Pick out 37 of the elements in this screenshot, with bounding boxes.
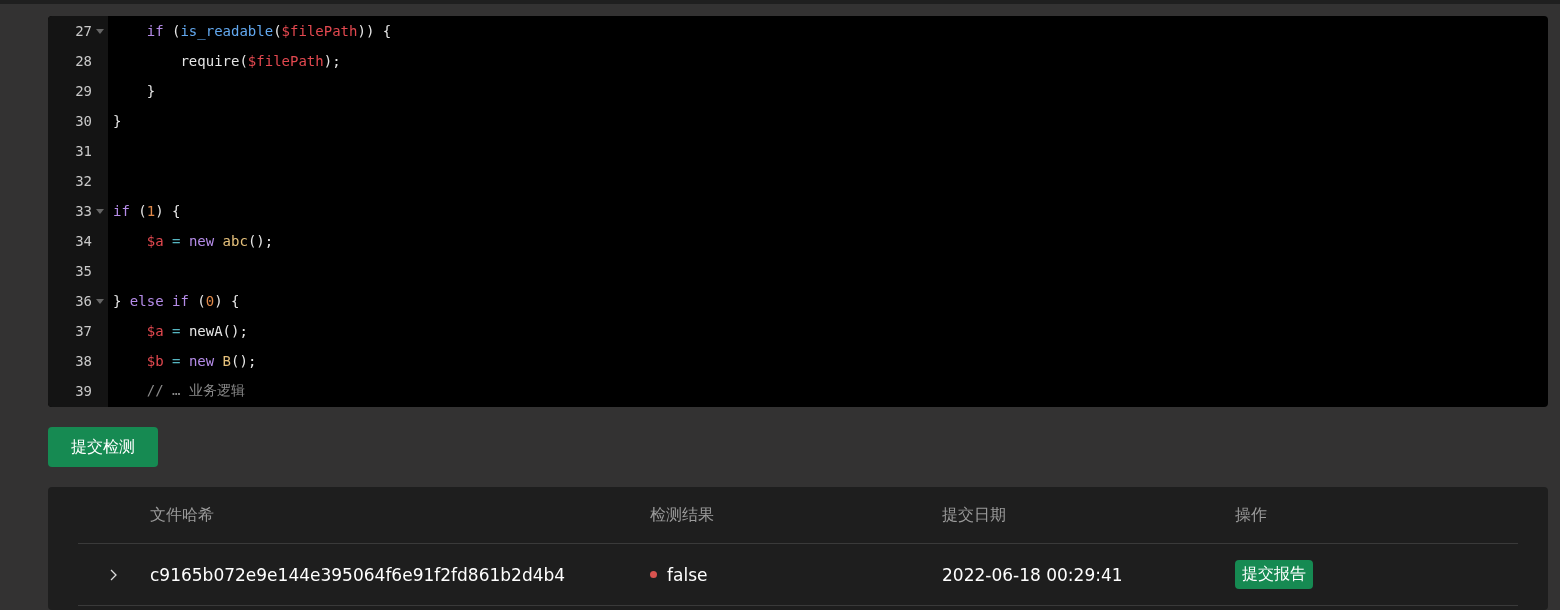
line-number: 31 (74, 143, 92, 159)
line-number: 32 (74, 173, 92, 189)
code-line: } (112, 112, 122, 131)
expand-chevron-icon[interactable] (110, 568, 118, 581)
line-number: 28 (74, 53, 92, 69)
line-number: 30 (74, 113, 92, 129)
code-line: if (1) { (112, 202, 181, 221)
line-number: 36 (74, 293, 92, 309)
check-result: false (667, 564, 708, 585)
line-number: 39 (74, 383, 92, 399)
line-number: 34 (74, 233, 92, 249)
line-number: 33 (74, 203, 92, 219)
column-header: 操作 (1235, 504, 1267, 526)
code-line: } else if (0) { (112, 292, 240, 311)
line-number: 37 (74, 323, 92, 339)
submit-check-button[interactable]: 提交检测 (48, 427, 158, 467)
line-number: 35 (74, 263, 92, 279)
fold-caret-icon[interactable] (96, 208, 104, 214)
code-line: $a = newA(); (145, 322, 248, 341)
column-header: 文件哈希 (150, 504, 214, 526)
code-line: if (is_readable($filePath)) { (145, 22, 392, 42)
file-hash: c9165b072e9e144e395064f6e91f2fd861b2d4b4 (150, 564, 566, 585)
line-number: 38 (74, 353, 92, 369)
code-line: $a = new abc(); (145, 232, 274, 251)
submit-date: 2022-06-18 00:29:41 (942, 564, 1123, 585)
code-line: require($filePath); (179, 52, 341, 71)
submit-report-button[interactable]: 提交报告 (1235, 560, 1313, 589)
fold-caret-icon[interactable] (96, 298, 104, 304)
code-line: } (145, 82, 156, 101)
code-line: $b = new B(); (145, 352, 257, 371)
line-number: 29 (74, 83, 92, 99)
fold-caret-icon[interactable] (96, 28, 104, 34)
code-editor[interactable]: 27 28 29 30 31 32 33 34 35 36 37 38 39 if (is_readable($filePath)) { require($filePath); } } if (1) { $a = new abc(); } else if (0) { $a = newA(); $b = new B(); // … 业务逻辑 (48, 16, 1548, 407)
line-number: 27 (74, 23, 92, 39)
column-header: 提交日期 (942, 504, 1006, 526)
column-header: 检测结果 (650, 504, 714, 526)
code-line: // … 业务逻辑 (145, 381, 245, 400)
